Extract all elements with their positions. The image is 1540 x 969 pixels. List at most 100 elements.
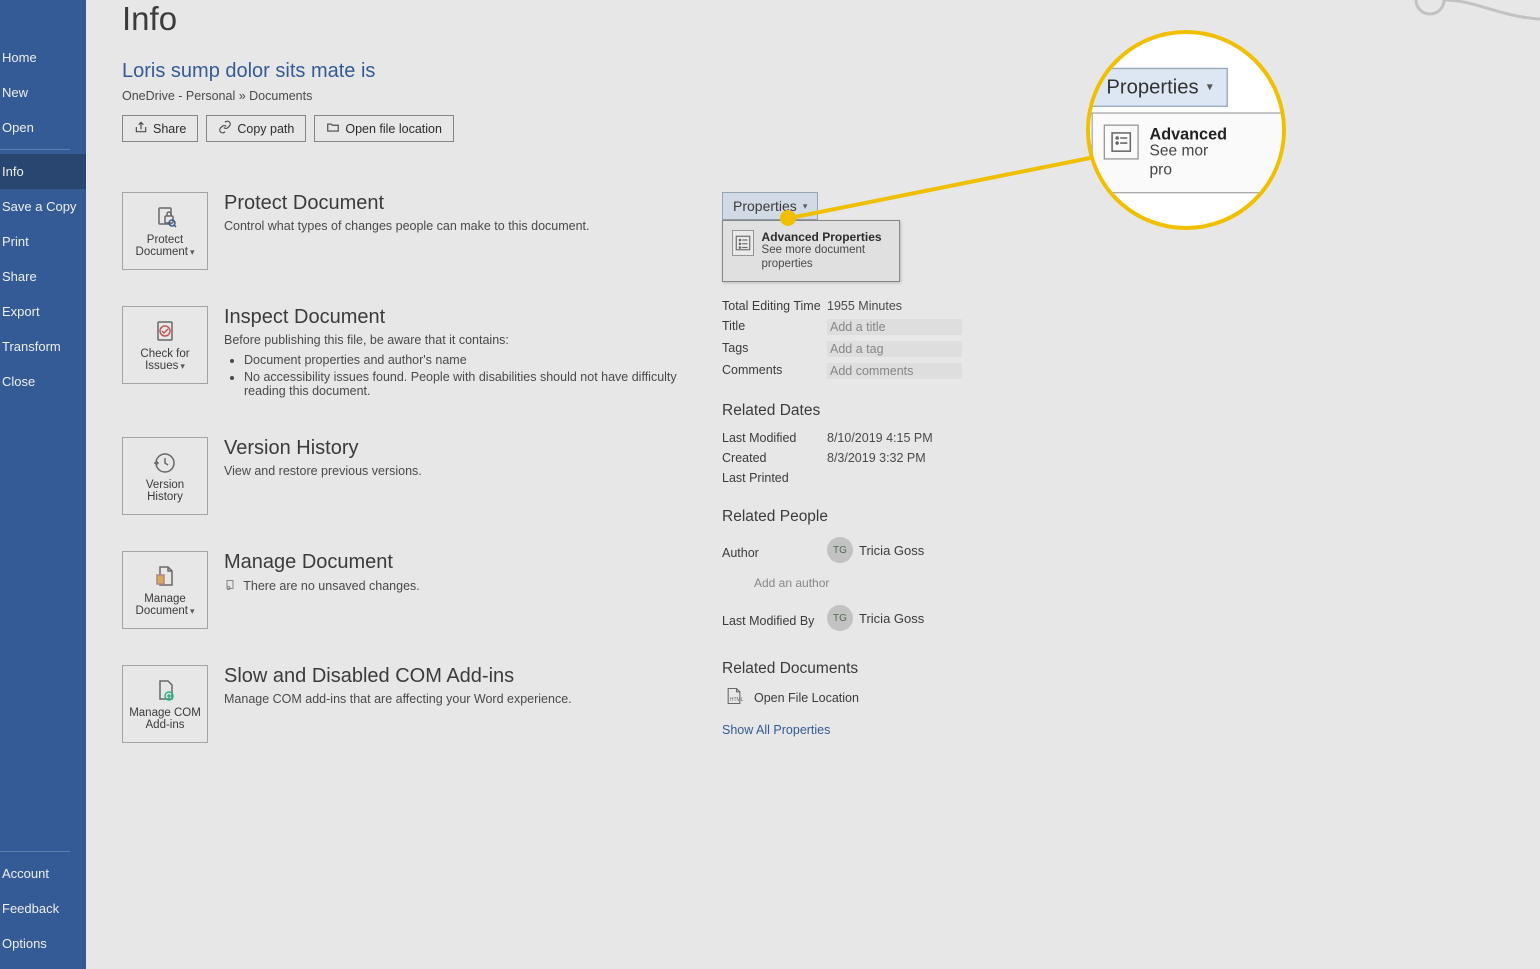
advanced-properties-desc: See more document properties: [762, 244, 890, 272]
last-modified-by-value[interactable]: TG Tricia Goss: [827, 605, 924, 631]
history-icon: [153, 449, 177, 477]
magnified-advanced-properties: Advanced See mor pro: [1092, 112, 1287, 192]
title-field[interactable]: Add a title: [827, 319, 962, 335]
lastmod-name: Tricia Goss: [859, 611, 924, 626]
manage-heading: Manage Document: [224, 551, 682, 574]
sidebar-item-home[interactable]: Home: [0, 40, 86, 75]
protect-desc: Control what types of changes people can…: [224, 219, 682, 233]
inspect-tile-label: Check for Issues: [127, 348, 203, 372]
sidebar-separator: [0, 851, 70, 852]
sidebar-item-account[interactable]: Account: [0, 856, 86, 891]
open-loc-label: Open file location: [345, 122, 442, 136]
related-dates-heading: Related Dates: [722, 402, 982, 420]
last-printed-value: [827, 471, 982, 485]
document-small-icon: [224, 578, 236, 595]
comments-label: Comments: [722, 363, 827, 379]
share-button[interactable]: Share: [122, 115, 198, 142]
advanced-properties-menuitem[interactable]: Advanced Properties See more document pr…: [722, 220, 900, 282]
protect-heading: Protect Document: [224, 192, 682, 215]
created-label: Created: [722, 451, 827, 465]
inspect-desc: Before publishing this file, be aware th…: [224, 333, 682, 398]
sidebar-item-options[interactable]: Options: [0, 926, 86, 961]
link-icon: [218, 120, 232, 137]
manage-document-tile[interactable]: Manage Document: [122, 551, 208, 629]
decorative-arrow-graphic: [1400, 0, 1540, 40]
sidebar-item-feedback[interactable]: Feedback: [0, 891, 86, 926]
title-label: Title: [722, 319, 827, 335]
created-value: 8/3/2019 3:32 PM: [827, 451, 982, 465]
last-modified-label: Last Modified: [722, 431, 827, 445]
sidebar-item-info[interactable]: Info: [0, 154, 86, 189]
manage-com-addins-tile[interactable]: Manage COM Add-ins: [122, 665, 208, 743]
total-editing-value: 1955 Minutes: [827, 299, 962, 313]
comments-field[interactable]: Add comments: [827, 363, 962, 379]
sidebar-item-save-copy[interactable]: Save a Copy: [0, 189, 86, 224]
protect-tile-label: Protect Document: [127, 234, 203, 258]
properties-column: Properties Advanced Properties See more …: [722, 192, 982, 779]
open-file-location-label: Open File Location: [754, 691, 859, 705]
last-printed-label: Last Printed: [722, 471, 827, 485]
inspect-bullet: No accessibility issues found. People wi…: [244, 370, 682, 398]
total-editing-label: Total Editing Time: [722, 299, 827, 313]
properties-dropdown[interactable]: Properties: [722, 192, 818, 220]
lock-icon: [153, 204, 177, 232]
sidebar-item-close[interactable]: Close: [0, 364, 86, 399]
callout-anchor-dot: [780, 210, 796, 226]
tags-field[interactable]: Add a tag: [827, 341, 962, 357]
com-tile-label: Manage COM Add-ins: [127, 707, 203, 731]
magnified-properties-dropdown: Properties: [1092, 67, 1228, 106]
manage-desc: There are no unsaved changes.: [224, 578, 682, 595]
open-file-location-button[interactable]: Open file location: [314, 115, 454, 142]
add-author-field[interactable]: Add an author: [754, 576, 982, 590]
magnifier-callout: Properties Advanced See mor pro: [1086, 30, 1286, 230]
info-page: Info Loris sump dolor sits mate is OneDr…: [86, 0, 1540, 969]
sidebar-item-transform[interactable]: Transform: [0, 329, 86, 364]
properties-list-icon: [732, 230, 754, 256]
sidebar-item-export[interactable]: Export: [0, 294, 86, 329]
sidebar-item-new[interactable]: New: [0, 75, 86, 110]
copy-path-label: Copy path: [237, 122, 294, 136]
properties-list-icon: [1104, 124, 1139, 159]
related-documents-heading: Related Documents: [722, 660, 982, 678]
sidebar-item-print[interactable]: Print: [0, 224, 86, 259]
author-name: Tricia Goss: [859, 543, 924, 558]
check-for-issues-tile[interactable]: Check for Issues: [122, 306, 208, 384]
last-modified-by-label: Last Modified By: [722, 614, 827, 628]
version-heading: Version History: [224, 437, 682, 460]
avatar: TG: [827, 537, 853, 563]
breadcrumb: OneDrive - Personal » Documents: [122, 89, 1504, 103]
document-icon: [153, 563, 177, 591]
gear-icon: [153, 677, 177, 705]
com-heading: Slow and Disabled COM Add-ins: [224, 665, 682, 688]
author-label: Author: [722, 546, 827, 560]
share-label: Share: [153, 122, 186, 136]
inspect-heading: Inspect Document: [224, 306, 682, 329]
advanced-properties-title: Advanced Properties: [762, 230, 890, 244]
sidebar-separator: [0, 149, 70, 150]
version-desc: View and restore previous versions.: [224, 464, 682, 478]
author-value[interactable]: TG Tricia Goss: [827, 537, 924, 563]
svg-text:HTML: HTML: [730, 697, 744, 703]
related-people-heading: Related People: [722, 508, 982, 526]
document-actions-column: Protect Document Protect Document Contro…: [122, 192, 682, 779]
avatar: TG: [827, 605, 853, 631]
tags-label: Tags: [722, 341, 827, 357]
open-file-location-link[interactable]: HTML Open File Location: [722, 686, 982, 709]
html-file-icon: HTML: [722, 686, 746, 709]
inspect-bullet: Document properties and author's name: [244, 353, 682, 367]
sidebar-item-open[interactable]: Open: [0, 110, 86, 145]
manage-tile-label: Manage Document: [127, 593, 203, 617]
com-desc: Manage COM add-ins that are affecting yo…: [224, 692, 682, 706]
page-title: Info: [122, 0, 1504, 38]
document-title: Loris sump dolor sits mate is: [122, 60, 1504, 83]
protect-document-tile[interactable]: Protect Document: [122, 192, 208, 270]
show-all-properties-link[interactable]: Show All Properties: [722, 723, 830, 737]
backstage-sidebar: Home New Open Info Save a Copy Print Sha…: [0, 0, 86, 969]
copy-path-button[interactable]: Copy path: [206, 115, 306, 142]
version-history-tile[interactable]: Version History: [122, 437, 208, 515]
last-modified-value: 8/10/2019 4:15 PM: [827, 431, 982, 445]
sidebar-item-share[interactable]: Share: [0, 259, 86, 294]
version-tile-label: Version History: [127, 479, 203, 503]
folder-icon: [326, 120, 340, 137]
check-icon: [153, 318, 177, 346]
